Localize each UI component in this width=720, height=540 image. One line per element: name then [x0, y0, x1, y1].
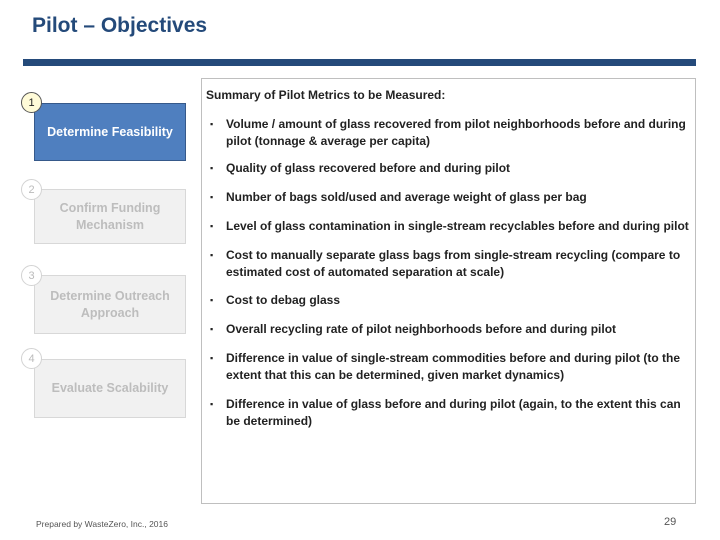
metric-item: ▪ Cost to manually separate glass bags fr…: [210, 248, 681, 279]
metric-item: ▪ Difference in value of single-stream co…: [210, 351, 681, 382]
bullet-icon: ▪: [210, 399, 214, 409]
metric-item: ▪ Volume / amount of glass recovered from…: [210, 117, 686, 148]
step-determine-feasibility[interactable]: Determine Feasibility: [34, 103, 186, 161]
slide-title: Pilot – Objectives: [32, 14, 208, 37]
step-number-badge: 4: [21, 348, 42, 369]
metric-item: ▪ Difference in value of glass before and…: [210, 397, 681, 428]
bullet-icon: ▪: [210, 163, 214, 173]
metric-item: ▪ Quality of glass recovered before and d…: [210, 161, 511, 175]
bullet-icon: ▪: [210, 250, 214, 260]
metric-item: ▪ Cost to debag glass: [210, 293, 341, 307]
step-evaluate-scalability[interactable]: Evaluate Scalability: [34, 359, 186, 418]
metrics-panel-title: Summary of Pilot Metrics to be Measured:: [206, 88, 446, 102]
page-number: 29: [664, 516, 677, 528]
step-label: Determine Outreach Approach: [50, 288, 170, 320]
bullet-icon: ▪: [210, 353, 214, 363]
metric-item: ▪ Overall recycling rate of pilot neighbo…: [210, 322, 617, 336]
bullet-icon: ▪: [210, 295, 214, 305]
step-number-badge: 3: [21, 265, 42, 286]
title-divider: [23, 59, 696, 66]
step-outreach-approach[interactable]: Determine Outreach Approach: [34, 275, 186, 334]
bullet-icon: ▪: [210, 119, 214, 129]
metric-item: ▪ Level of glass contamination in single-…: [210, 219, 689, 233]
bullet-icon: ▪: [210, 221, 214, 231]
step-number-badge: 2: [21, 179, 42, 200]
step-confirm-funding[interactable]: Confirm Funding Mechanism: [34, 189, 186, 244]
step-number-badge: 1: [21, 92, 42, 113]
bullet-icon: ▪: [210, 192, 214, 202]
footer-credit: Prepared by WasteZero, Inc., 2016: [36, 519, 168, 529]
step-label: Confirm Funding Mechanism: [59, 200, 161, 232]
bullet-icon: ▪: [210, 324, 214, 334]
metric-item: ▪ Number of bags sold/used and average we…: [210, 190, 587, 204]
